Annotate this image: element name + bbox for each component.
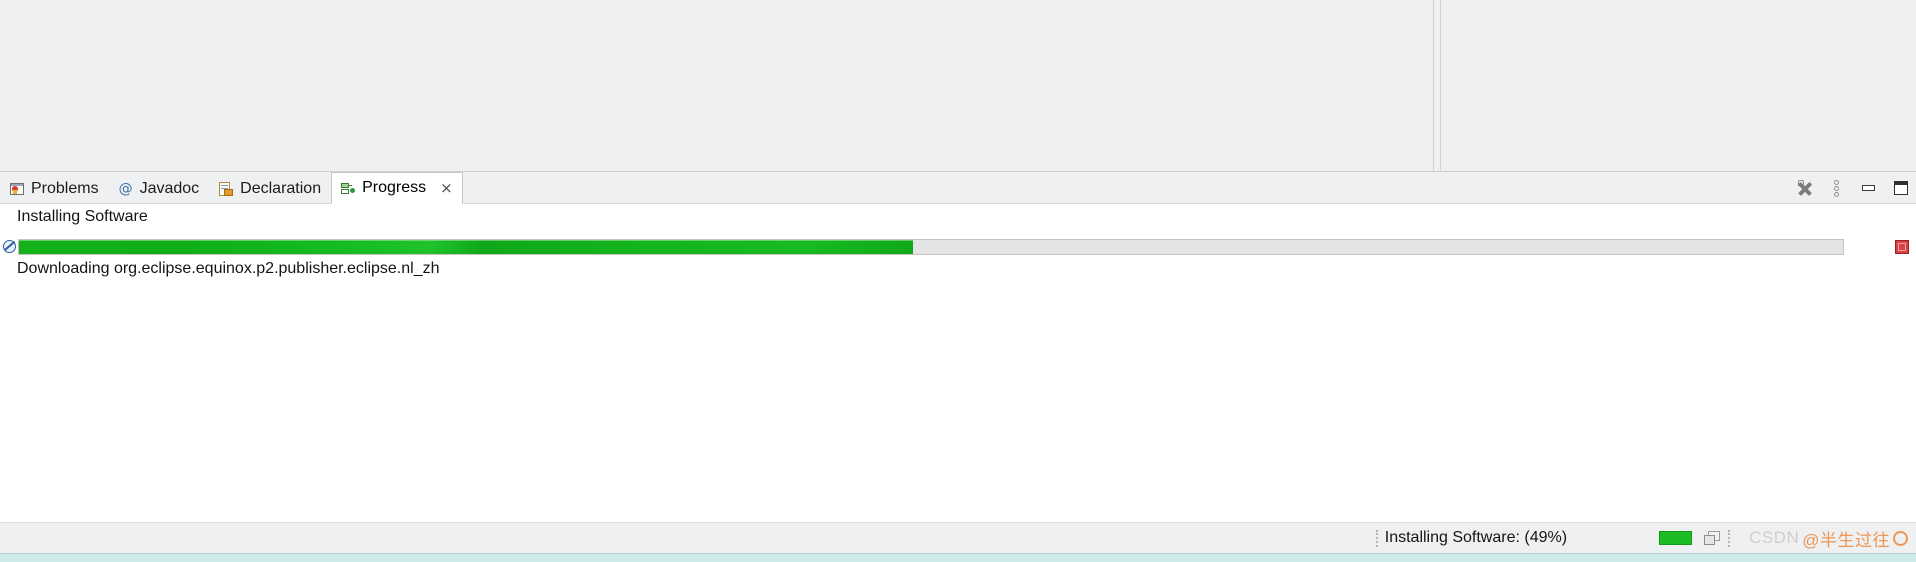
job-progress-row	[0, 238, 1916, 258]
tab-javadoc-label: Javadoc	[139, 179, 200, 197]
minimize-icon[interactable]	[1860, 179, 1878, 197]
tab-problems[interactable]: Problems	[0, 172, 109, 204]
editor-area	[0, 0, 1916, 172]
job-title: Installing Software	[17, 208, 148, 225]
remove-all-icon[interactable]	[1796, 179, 1814, 197]
maximize-icon[interactable]	[1892, 179, 1910, 197]
stop-operation-button[interactable]	[1895, 240, 1909, 254]
view-menu-icon[interactable]	[1828, 179, 1846, 197]
status-separator-2	[1728, 529, 1731, 547]
editor-pane-right[interactable]	[1440, 0, 1916, 171]
status-separator	[1375, 529, 1378, 547]
status-bar: Installing Software: (49%) CSDN @半生过往	[0, 522, 1916, 553]
job-progress-bar	[18, 239, 1844, 255]
watermark-handle: @半生过往	[1802, 530, 1890, 550]
tab-problems-label: Problems	[31, 179, 99, 197]
view-toolbar	[1796, 172, 1910, 204]
progress-view-body: Installing Software Downloading org.ecli…	[0, 204, 1916, 521]
background-jobs-icon[interactable]	[1704, 530, 1721, 546]
tab-javadoc[interactable]: @ Javadoc	[109, 172, 210, 204]
tab-declaration-label: Declaration	[240, 179, 322, 197]
status-mini-progress-bar[interactable]	[1659, 531, 1693, 545]
view-tab-bar: Problems @ Javadoc Declaration Progress	[0, 172, 1916, 204]
editor-pane-left[interactable]	[0, 0, 1434, 171]
tab-progress-label: Progress	[362, 179, 427, 196]
bottom-accent-strip	[0, 553, 1916, 562]
javadoc-icon: @	[118, 180, 133, 197]
tab-progress[interactable]: Progress ×	[331, 172, 463, 204]
csdn-watermark: CSDN @半生过往	[1749, 526, 1908, 551]
status-bar-right-group: Installing Software: (49%) CSDN @半生过往	[1369, 523, 1916, 553]
cancel-operation-icon[interactable]	[3, 240, 16, 253]
job-subtask-label: Downloading org.eclipse.equinox.p2.publi…	[17, 260, 440, 277]
declaration-icon	[218, 181, 234, 197]
tab-declaration[interactable]: Declaration	[209, 172, 331, 204]
status-job-text[interactable]: Installing Software: (49%)	[1385, 529, 1567, 547]
eclipse-workbench-window: Problems @ Javadoc Declaration Progress	[0, 0, 1916, 562]
progress-icon	[340, 180, 356, 196]
close-icon[interactable]: ×	[440, 181, 453, 196]
problems-icon	[9, 181, 25, 197]
watermark-ring-icon	[1893, 530, 1908, 546]
bottom-view-stack: Problems @ Javadoc Declaration Progress	[0, 172, 1916, 522]
job-progress-fill	[19, 240, 913, 254]
watermark-brand: CSDN	[1749, 528, 1800, 547]
